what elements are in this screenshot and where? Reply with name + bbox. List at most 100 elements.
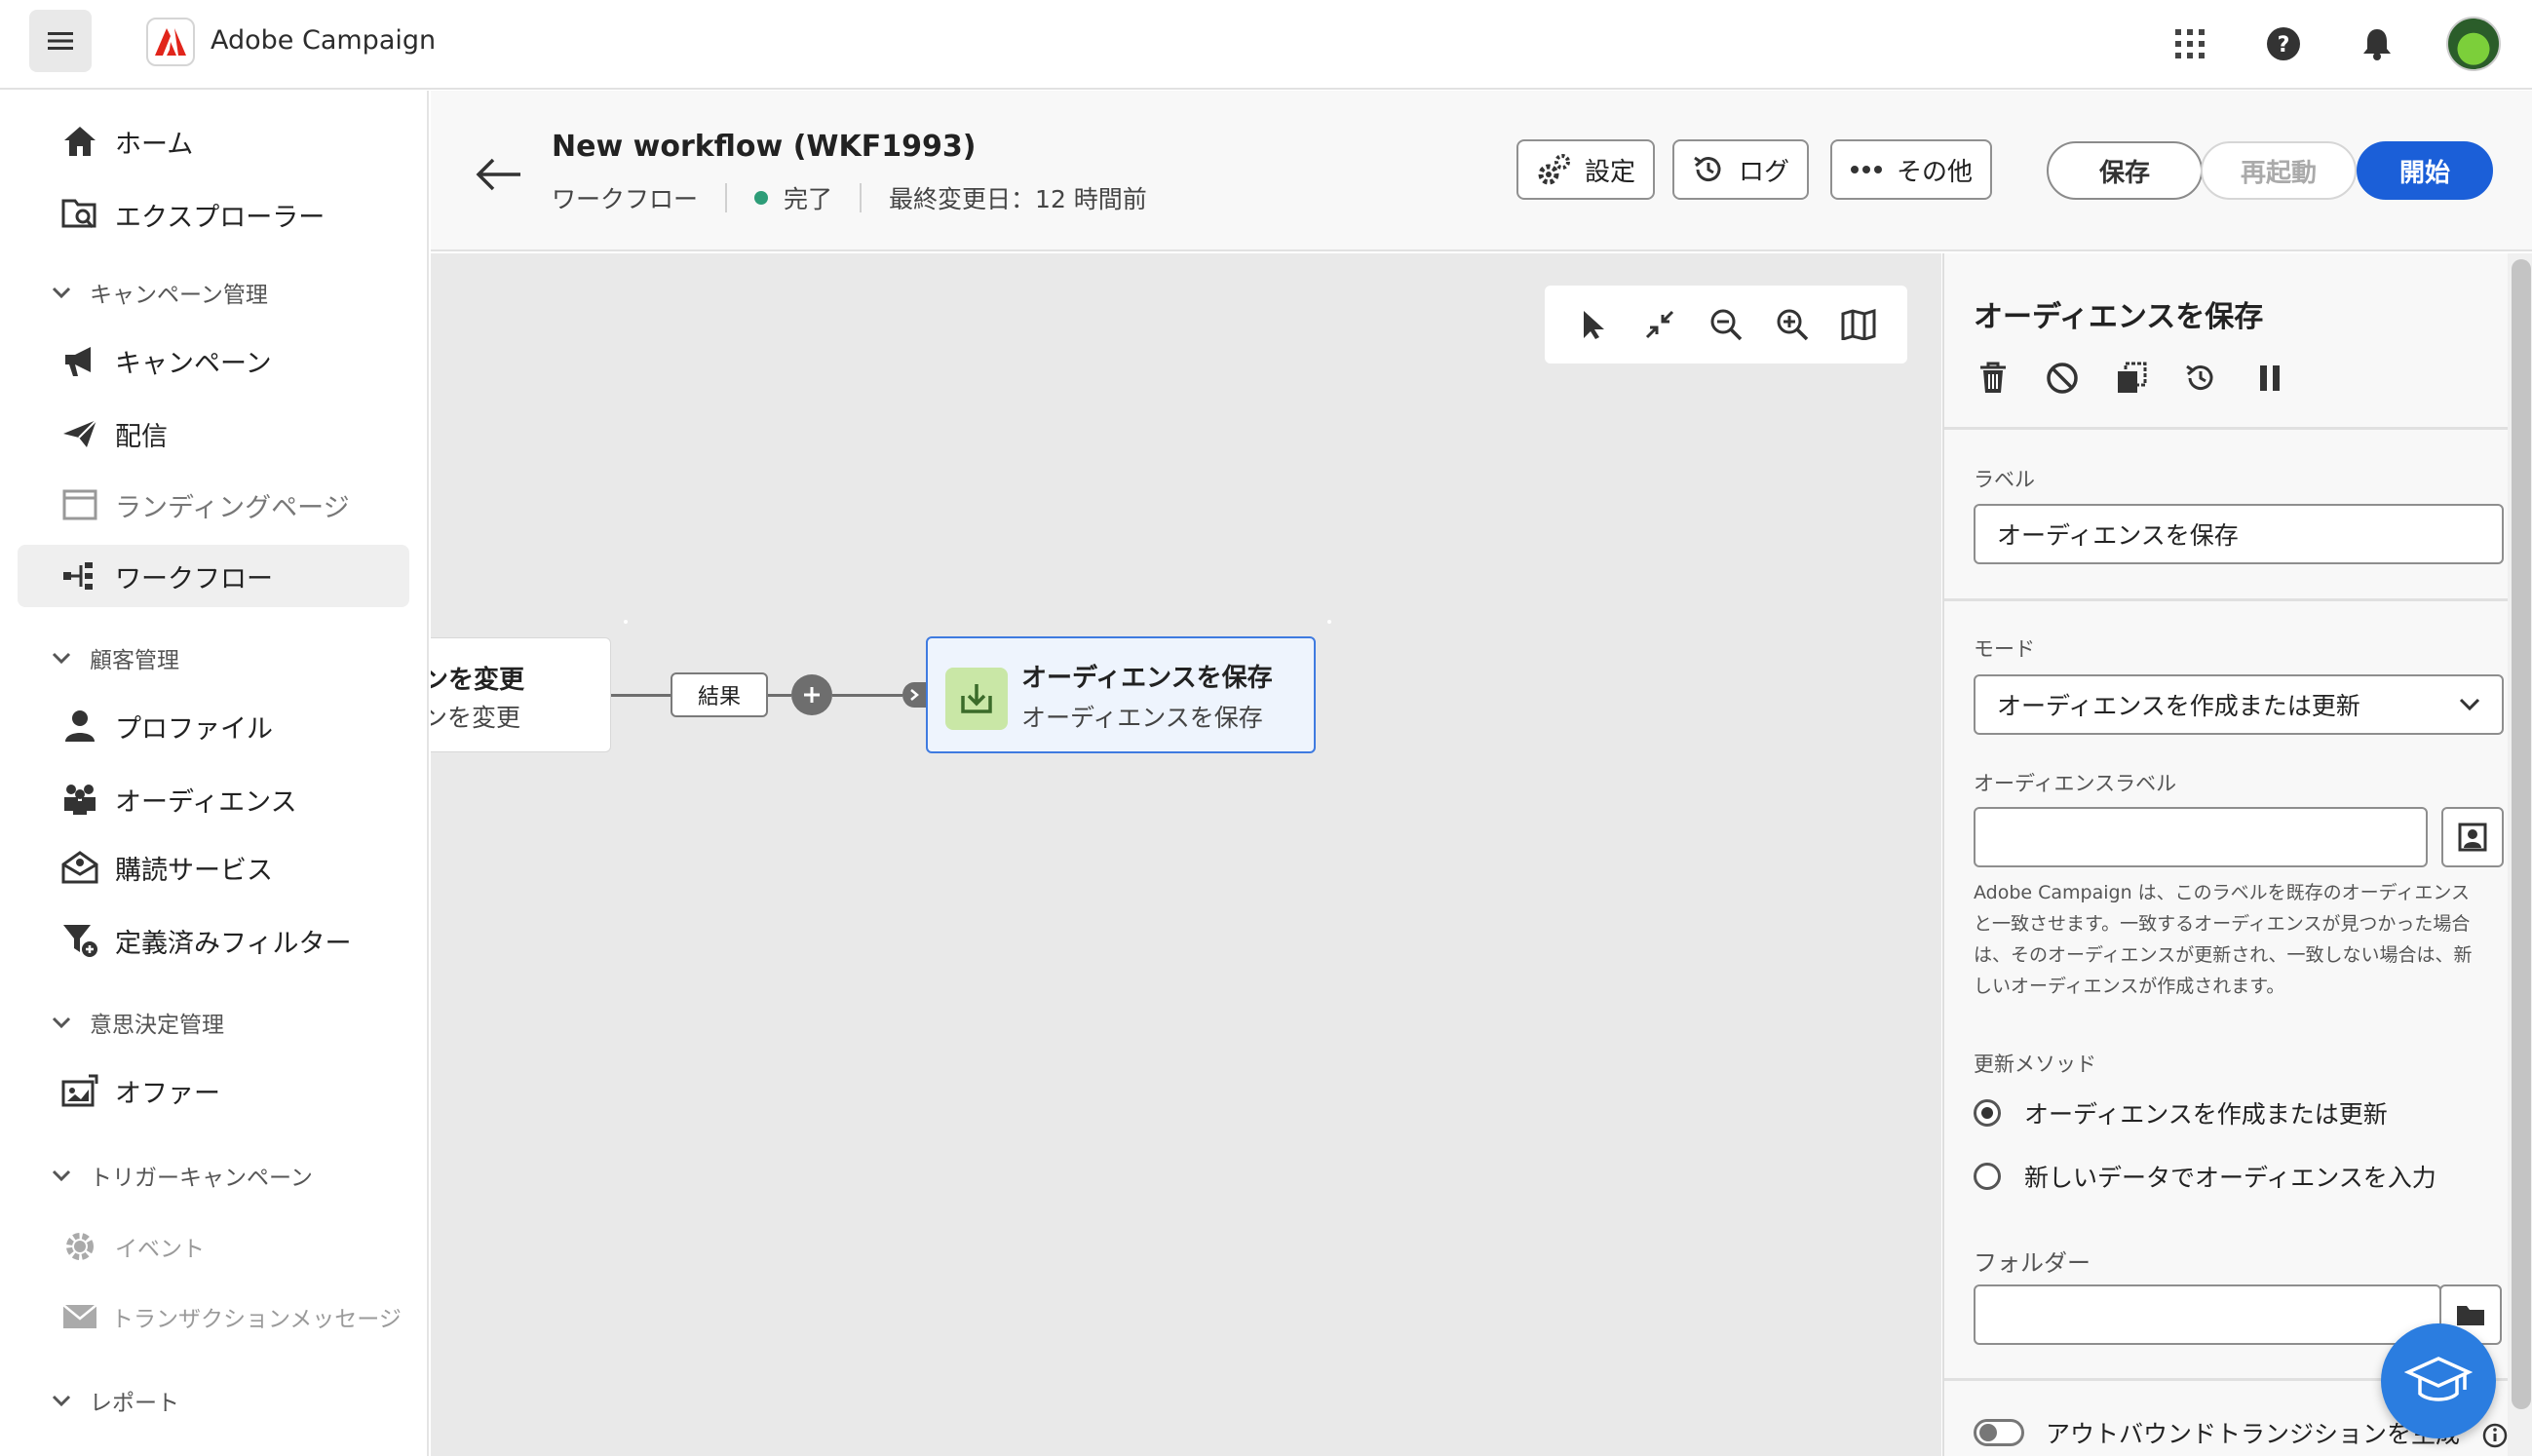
panel-title: オーディエンスを保存: [1974, 300, 2264, 334]
top-bar: Adobe Campaign ?: [0, 0, 2532, 90]
info-icon[interactable]: [2482, 1423, 2508, 1448]
mode-select[interactable]: オーディエンスを作成または更新: [1974, 674, 2504, 735]
sidebar-item-transactional-messages[interactable]: トランザクションメッセージ: [18, 1285, 409, 1348]
sidebar-item-predefined-filters[interactable]: 定義済みフィルター: [18, 909, 409, 972]
sidebar-item-campaigns[interactable]: キャンペーン: [18, 329, 409, 392]
scrollbar-thumb[interactable]: [2512, 259, 2531, 1409]
node-title: ンを変更: [431, 666, 525, 695]
zoom-out-icon[interactable]: [1703, 301, 1749, 348]
audience-icon: [60, 780, 99, 819]
canvas-dot: [624, 620, 628, 624]
input-port: [902, 682, 926, 708]
section-trigger-campaigns[interactable]: トリガーキャンペーン: [49, 1156, 313, 1195]
divider: [1944, 427, 2510, 430]
canvas-toolbar: [1545, 286, 1907, 364]
label-input[interactable]: オーディエンスを保存: [1974, 504, 2504, 564]
start-button[interactable]: 開始: [2357, 141, 2493, 200]
user-avatar[interactable]: [2446, 17, 2501, 71]
delete-icon[interactable]: [1974, 359, 2013, 398]
log-button[interactable]: ログ: [1672, 139, 1810, 200]
folder-input[interactable]: [1974, 1284, 2441, 1345]
section-campaign-management[interactable]: キャンペーン管理: [49, 273, 268, 312]
settings-label: 設定: [1585, 157, 1636, 187]
outbound-transition-toggle[interactable]: [1974, 1419, 2024, 1446]
sidebar-item-subscription-services[interactable]: 購読サービス: [18, 836, 409, 899]
transition-result-label[interactable]: 結果: [671, 672, 768, 717]
outbound-transition-toggle-row[interactable]: アウトバウンドトランジションを生成: [1974, 1415, 2460, 1450]
mode-select-value: オーディエンスを作成または更新: [1997, 692, 2360, 720]
properties-panel: オーディエンスを保存 ラベル オーディエンスを保存 モード オーディエンスを作成…: [1942, 253, 2532, 1456]
chevron-down-icon: [52, 1395, 71, 1407]
radio-button-selected[interactable]: [1974, 1099, 2001, 1127]
section-label: 顧客管理: [90, 648, 179, 673]
panel-scrollbar[interactable]: [2508, 253, 2532, 1456]
megaphone-icon: [60, 341, 99, 380]
personalization-icon: [2458, 823, 2487, 852]
workflow-canvas[interactable]: ンを変更 ンを変更 結果 オーディエンスを保存 オーディエンスを保存: [431, 253, 1941, 1456]
activity-node-previous[interactable]: ンを変更 ンを変更: [431, 637, 611, 752]
radio-create-or-update[interactable]: オーディエンスを作成または更新: [1974, 1095, 2388, 1130]
sidebar-item-label: ホーム: [115, 129, 194, 160]
activity-node-save-audience[interactable]: オーディエンスを保存 オーディエンスを保存: [926, 636, 1316, 753]
sidebar-item-profiles[interactable]: プロファイル: [18, 695, 409, 757]
folder-label: フォルダー: [1974, 1249, 2091, 1277]
apps-grid-icon[interactable]: [2166, 19, 2214, 68]
section-label: 意思決定管理: [90, 1013, 224, 1038]
event-gear-icon: [60, 1227, 99, 1266]
sidebar-item-landing-pages[interactable]: ランディングページ: [18, 474, 409, 536]
settings-button[interactable]: 設定: [1516, 139, 1656, 200]
send-icon: [60, 414, 99, 453]
sidebar-item-label: 定義済みフィルター: [115, 928, 352, 959]
adobe-logo-icon[interactable]: [146, 18, 195, 66]
divider: [1944, 598, 2510, 601]
save-button[interactable]: 保存: [2047, 141, 2203, 200]
node-title: オーディエンスを保存: [1021, 664, 1273, 693]
help-icon[interactable]: ?: [2259, 19, 2308, 68]
app-name: Adobe Campaign: [211, 25, 437, 56]
section-customer-management[interactable]: 顧客管理: [49, 638, 179, 677]
audience-help-text: Adobe Campaign は、このラベルを既存のオーディエンスと一致させます…: [1974, 882, 2473, 997]
collapse-icon[interactable]: [1636, 301, 1683, 348]
sidebar-item-audiences[interactable]: オーディエンス: [18, 768, 409, 830]
restart-button[interactable]: 再起動: [2201, 141, 2357, 200]
node-subtitle: オーディエンスを保存: [1021, 704, 1263, 732]
menu-toggle-button[interactable]: [29, 10, 92, 72]
learn-help-fab-button[interactable]: [2381, 1323, 2496, 1438]
sidebar-item-label: キャンペーン: [115, 348, 272, 379]
sidebar-item-label: イベント: [115, 1237, 205, 1262]
personalization-button[interactable]: [2441, 807, 2504, 867]
radio-label: オーディエンスを作成または更新: [2024, 1100, 2388, 1129]
radio-button[interactable]: [1974, 1163, 2001, 1190]
sidebar-item-explorer[interactable]: エクスプローラー: [18, 183, 409, 246]
gears-icon: [1538, 154, 1570, 185]
explorer-icon: [60, 195, 99, 234]
sidebar-item-label: 購読サービス: [115, 855, 273, 886]
section-decision-management[interactable]: 意思決定管理: [49, 1003, 224, 1042]
sidebar-item-workflows[interactable]: ワークフロー: [18, 545, 409, 607]
sidebar-item-home[interactable]: ホーム: [18, 110, 409, 172]
pause-icon[interactable]: [2250, 359, 2289, 398]
radio-populate-new-data[interactable]: 新しいデータでオーディエンスを入力: [1974, 1159, 2436, 1194]
section-reports[interactable]: レポート: [49, 1381, 179, 1420]
copy-icon[interactable]: [2112, 359, 2151, 398]
label-field-label: ラベル: [1974, 468, 2035, 491]
history-icon[interactable]: [2181, 359, 2220, 398]
sidebar-item-label: プロファイル: [115, 713, 273, 745]
sidebar-item-events[interactable]: イベント: [18, 1215, 409, 1278]
zoom-in-icon[interactable]: [1769, 301, 1816, 348]
filter-icon: [60, 921, 99, 960]
chevron-down-icon: [52, 287, 71, 299]
chevron-down-icon: [2459, 698, 2480, 711]
more-dots-icon: [1851, 166, 1882, 173]
log-label: ログ: [1739, 157, 1790, 187]
disable-icon[interactable]: [2043, 359, 2082, 398]
pointer-select-icon[interactable]: [1570, 301, 1617, 348]
audience-label-input[interactable]: [1974, 807, 2428, 867]
minimap-icon[interactable]: [1835, 301, 1882, 348]
sidebar-item-offers[interactable]: オファー: [18, 1059, 409, 1122]
notifications-bell-icon[interactable]: [2353, 19, 2401, 68]
add-activity-button[interactable]: [791, 674, 832, 715]
sidebar-item-deliveries[interactable]: 配信: [18, 402, 409, 465]
back-button[interactable]: [470, 149, 528, 200]
more-button[interactable]: その他: [1830, 139, 1993, 200]
